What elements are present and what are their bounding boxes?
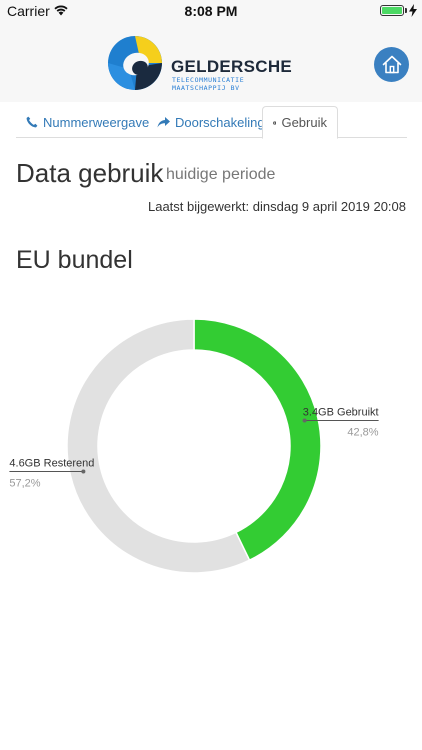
page-title: Data gebruik — [16, 158, 164, 188]
tab-label: Nummerweergave — [43, 114, 150, 130]
charging-bolt-icon — [409, 4, 417, 17]
tab-label: Doorschakeling — [175, 114, 265, 130]
home-button[interactable] — [374, 47, 409, 82]
home-icon — [382, 55, 401, 74]
logo-name: GELDERSCHE — [171, 57, 293, 76]
info-circle-icon — [273, 120, 277, 125]
slice-label: 3.4GB Gebruikt — [303, 407, 379, 419]
battery-icon — [380, 5, 404, 16]
tab-gebruik[interactable]: Gebruik — [262, 106, 338, 139]
last-updated-text: Laatst bijgewerkt: dinsdag 9 april 2019 … — [147, 199, 406, 214]
clock: 8:08 PM — [184, 3, 238, 19]
page-subtitle: huidige periode — [166, 166, 276, 183]
company-logo-icon — [108, 36, 162, 90]
phone-icon — [26, 116, 38, 128]
label-dot — [81, 469, 86, 474]
tab-nummerweergave[interactable]: Nummerweergave — [16, 106, 159, 138]
battery-level — [382, 7, 402, 14]
tab-bar: Nummerweergave Doorschakeling Gebruik — [16, 106, 407, 139]
battery-tip — [405, 8, 407, 13]
tab-doorschakeling[interactable]: Doorschakeling — [147, 106, 275, 138]
share-arrow-icon — [157, 116, 170, 127]
usage-donut-chart: 3.4GB Gebruikt 42,8% 4.6GB Resterend 57,2% — [9, 318, 379, 574]
status-bar: Carrier 8:08 PM — [0, 0, 422, 22]
bundle-title: EU bundel — [16, 246, 133, 274]
slice-percent: 57,2% — [9, 477, 40, 489]
tab-label: Gebruik — [281, 115, 327, 130]
logo-subtitle-line1: TELECOMMUNICATIE — [172, 76, 245, 84]
slice-percent: 42,8% — [347, 427, 378, 439]
donut-slice-remaining — [66, 318, 251, 574]
label-dot — [302, 418, 307, 423]
donut-slice-used — [193, 318, 322, 562]
slice-label: 4.6GB Resterend — [9, 457, 94, 469]
logo-subtitle-line2: MAATSCHAPPIJ BV — [172, 84, 240, 92]
app-header: GELDERSCHE TELECOMMUNICATIE MAATSCHAPPIJ… — [0, 22, 422, 102]
